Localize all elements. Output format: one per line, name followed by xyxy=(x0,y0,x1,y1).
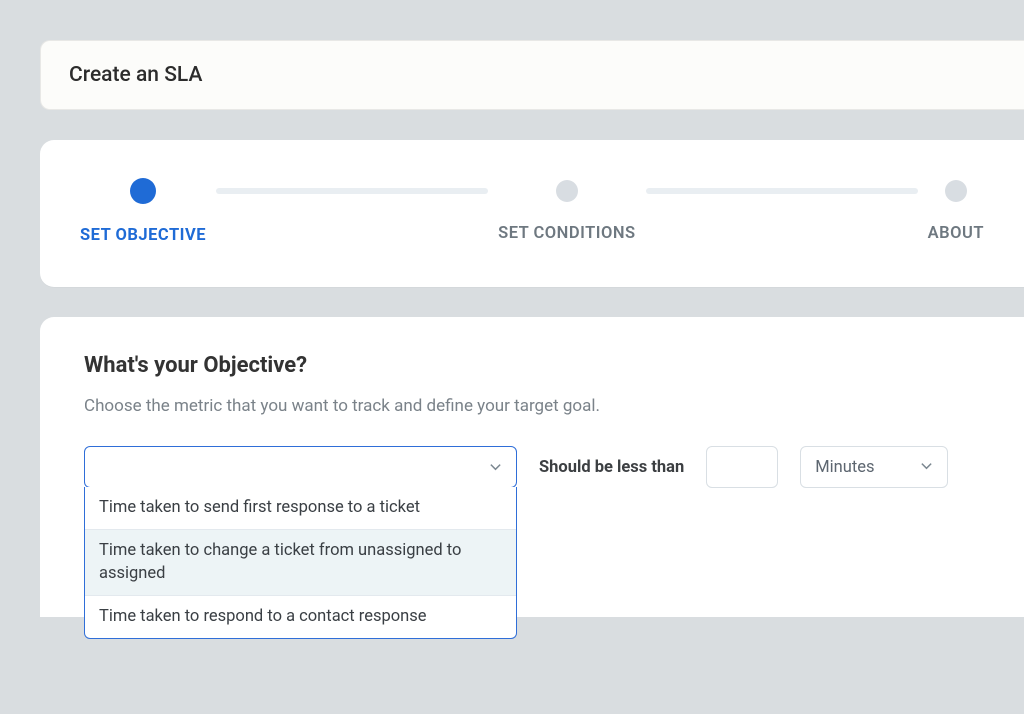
step-label: SET OBJECTIVE xyxy=(80,226,206,245)
step-circle-icon xyxy=(945,180,967,202)
chevron-down-icon xyxy=(920,458,933,477)
section-heading: What's your Objective? xyxy=(84,353,980,378)
threshold-input[interactable] xyxy=(706,446,778,488)
step-about[interactable]: ABOUT xyxy=(928,180,984,243)
step-label: ABOUT xyxy=(928,224,984,243)
page-title: Create an SLA xyxy=(69,63,996,87)
unit-selected-value: Minutes xyxy=(815,458,874,477)
metric-dropdown[interactable]: Time taken to send first response to a t… xyxy=(84,446,517,488)
step-label: SET CONDITIONS xyxy=(498,224,635,243)
stepper: SET OBJECTIVE SET CONDITIONS ABOUT xyxy=(80,180,984,245)
step-set-conditions[interactable]: SET CONDITIONS xyxy=(498,180,635,243)
metric-option[interactable]: Time taken to send first response to a t… xyxy=(85,487,516,529)
metric-dropdown-trigger[interactable] xyxy=(84,446,517,488)
objective-controls: Time taken to send first response to a t… xyxy=(84,446,980,488)
step-circle-icon xyxy=(556,180,578,202)
step-circle-icon xyxy=(130,178,156,204)
page-header: Create an SLA xyxy=(40,40,1024,110)
unit-select[interactable]: Minutes xyxy=(800,446,948,488)
section-subtext: Choose the metric that you want to track… xyxy=(84,396,980,416)
step-connector xyxy=(216,188,488,194)
step-connector xyxy=(646,188,918,194)
metric-dropdown-menu: Time taken to send first response to a t… xyxy=(84,487,517,639)
metric-option[interactable]: Time taken to respond to a contact respo… xyxy=(85,595,516,638)
metric-option[interactable]: Time taken to change a ticket from unass… xyxy=(85,529,516,595)
objective-card: What's your Objective? Choose the metric… xyxy=(40,317,1024,617)
step-set-objective[interactable]: SET OBJECTIVE xyxy=(80,180,206,245)
comparison-label: Should be less than xyxy=(539,446,684,488)
chevron-down-icon xyxy=(489,458,502,477)
stepper-card: SET OBJECTIVE SET CONDITIONS ABOUT xyxy=(40,140,1024,287)
